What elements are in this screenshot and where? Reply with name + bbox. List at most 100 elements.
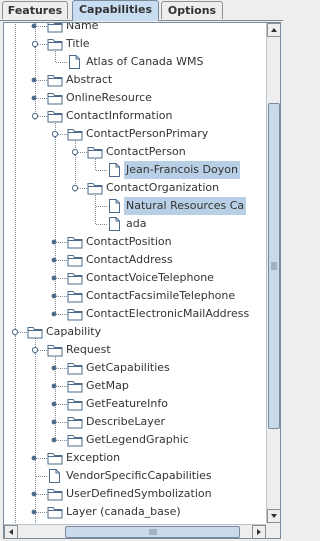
arrow-left-icon	[9, 529, 13, 535]
tree-node-label: Name	[66, 23, 99, 32]
tree-node[interactable]: OnlineResource	[4, 89, 267, 107]
folder-icon	[27, 327, 43, 339]
tree-leaf[interactable]: Jean-Francois Doyon	[4, 161, 267, 179]
expand-handle-icon[interactable]	[51, 364, 59, 372]
grip-icon	[271, 262, 277, 270]
folder-icon	[87, 183, 103, 195]
expand-handle-icon[interactable]	[51, 292, 59, 300]
scroll-left-button[interactable]	[4, 525, 18, 538]
folder-icon	[67, 255, 83, 267]
collapse-handle-icon[interactable]	[31, 40, 39, 48]
tree-leaf[interactable]: ada	[4, 215, 267, 233]
tree-node-label: ContactPersonPrimary	[86, 127, 209, 140]
collapse-handle-icon[interactable]	[71, 148, 79, 156]
collapse-handle-icon[interactable]	[31, 112, 39, 120]
tree-leaf[interactable]: VendorSpecificCapabilities	[4, 467, 267, 485]
tab-capabilities[interactable]: Capabilities	[72, 0, 159, 21]
expand-handle-icon[interactable]	[51, 436, 59, 444]
tree-node-label: OnlineResource	[66, 91, 152, 104]
expand-handle-icon[interactable]	[31, 508, 39, 516]
collapse-handle-icon[interactable]	[71, 184, 79, 192]
tree-node-label: ContactOrganization	[106, 181, 220, 194]
tree-node[interactable]: GetLegendGraphic	[4, 431, 267, 449]
tree-node[interactable]: Request	[4, 341, 267, 359]
tree-node[interactable]: GetFeatureInfo	[4, 395, 267, 413]
tab-features[interactable]: Features	[2, 1, 68, 19]
horizontal-scrollbar[interactable]	[4, 524, 266, 538]
tree-node-label: ContactElectronicMailAddress	[86, 307, 250, 320]
folder-icon	[67, 237, 83, 249]
document-icon	[109, 199, 120, 213]
folder-icon	[47, 23, 63, 33]
tree-node[interactable]: GetMap	[4, 377, 267, 395]
folder-icon	[67, 363, 83, 375]
tree-node[interactable]: UserDefinedSymbolization	[4, 485, 267, 503]
tree-node[interactable]: ContactFacsimileTelephone	[4, 287, 267, 305]
folder-icon	[67, 273, 83, 285]
tree-leaf[interactable]: Natural Resources Ca	[4, 197, 267, 215]
tree-node-label: ContactInformation	[66, 109, 173, 122]
tree-node[interactable]: DescribeLayer	[4, 413, 267, 431]
tree-node[interactable]: ContactPerson	[4, 143, 267, 161]
folder-icon	[67, 309, 83, 321]
document-icon	[69, 55, 80, 69]
tree-node-label: Jean-Francois Doyon	[124, 161, 240, 179]
vertical-scrollbar[interactable]	[266, 23, 280, 523]
tab-options[interactable]: Options	[161, 1, 223, 19]
scrollbar-corner	[266, 523, 280, 538]
tree-node[interactable]: ContactOrganization	[4, 179, 267, 197]
scroll-down-button[interactable]	[267, 509, 280, 523]
scroll-right-button[interactable]	[252, 525, 266, 538]
tree-node-label: Exception	[66, 451, 121, 464]
expand-handle-icon[interactable]	[51, 256, 59, 264]
tree-node-label: Capability	[46, 325, 102, 338]
document-icon	[49, 469, 60, 483]
arrow-up-icon	[271, 28, 277, 32]
tree-node[interactable]: Name	[4, 23, 267, 35]
expand-handle-icon[interactable]	[51, 238, 59, 246]
collapse-handle-icon[interactable]	[11, 328, 19, 336]
tree-node[interactable]: Layer (canada_base)	[4, 503, 267, 521]
vertical-scroll-thumb[interactable]	[268, 103, 280, 429]
folder-icon	[67, 129, 83, 141]
scroll-up-button[interactable]	[267, 23, 280, 37]
folder-icon	[67, 417, 83, 429]
folder-icon	[67, 291, 83, 303]
tree-node[interactable]: ContactAddress	[4, 251, 267, 269]
tree-node-label: Request	[66, 343, 111, 356]
tree-node[interactable]: ContactInformation	[4, 107, 267, 125]
capabilities-tree[interactable]: Name Title Atlas of Canada WMS Abstract Onli…	[4, 23, 267, 523]
tree-node[interactable]: Exception	[4, 449, 267, 467]
folder-icon	[47, 507, 63, 519]
tree-node[interactable]: ContactPersonPrimary	[4, 125, 267, 143]
collapse-handle-icon[interactable]	[31, 346, 39, 354]
collapse-handle-icon[interactable]	[51, 130, 59, 138]
arrow-right-icon	[257, 529, 261, 535]
tree-node[interactable]: Abstract	[4, 71, 267, 89]
tree-node[interactable]: ContactPosition	[4, 233, 267, 251]
expand-handle-icon[interactable]	[31, 76, 39, 84]
tree-node-label: Natural Resources Ca	[124, 197, 247, 215]
tree-node-label: GetFeatureInfo	[86, 397, 168, 410]
tree-node[interactable]: Capability	[4, 323, 267, 341]
tree-node-label: Layer (canada_base)	[66, 505, 181, 518]
folder-icon	[67, 381, 83, 393]
tree-node[interactable]: Title	[4, 35, 267, 53]
tree-node[interactable]: ContactVoiceTelephone	[4, 269, 267, 287]
tree-node[interactable]: ContactElectronicMailAddress	[4, 305, 267, 323]
tree-node[interactable]: GetCapabilities	[4, 359, 267, 377]
expand-handle-icon[interactable]	[51, 400, 59, 408]
expand-handle-icon[interactable]	[51, 418, 59, 426]
tree-node-label: ContactPerson	[106, 145, 186, 158]
expand-handle-icon[interactable]	[31, 23, 39, 30]
expand-handle-icon[interactable]	[51, 382, 59, 390]
horizontal-scroll-thumb[interactable]	[64, 526, 241, 538]
tree-leaf[interactable]: Atlas of Canada WMS	[4, 53, 267, 71]
tree-node-label: ContactPosition	[86, 235, 172, 248]
expand-handle-icon[interactable]	[31, 94, 39, 102]
expand-handle-icon[interactable]	[51, 310, 59, 318]
folder-icon	[67, 399, 83, 411]
expand-handle-icon[interactable]	[31, 454, 39, 462]
expand-handle-icon[interactable]	[51, 274, 59, 282]
expand-handle-icon[interactable]	[31, 490, 39, 498]
